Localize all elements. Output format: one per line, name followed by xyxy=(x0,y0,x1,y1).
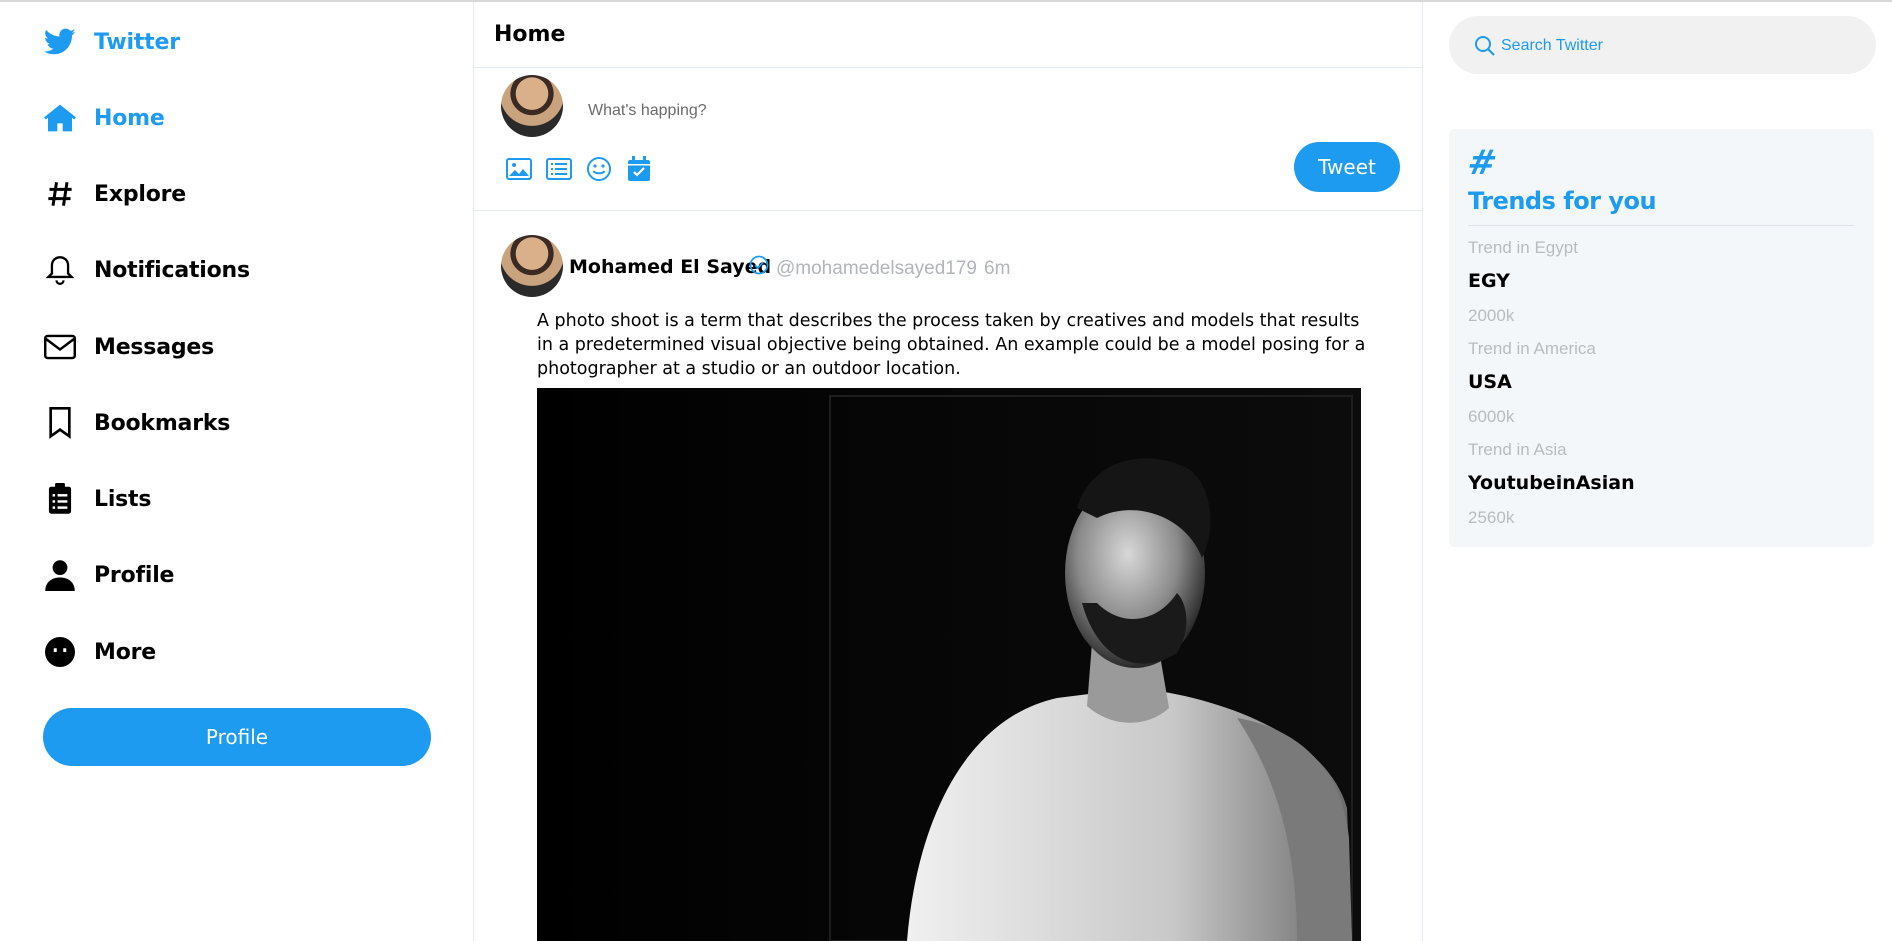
sidebar-item-lists[interactable]: Lists xyxy=(44,483,151,515)
sidebar-item-label: Bookmarks xyxy=(94,410,231,436)
sidebar-item-label: Explore xyxy=(94,181,186,207)
post-photo-graphic xyxy=(537,388,1361,941)
sidebar-item-label: Twitter xyxy=(94,29,180,55)
verified-badge-icon xyxy=(749,255,769,280)
trends-title: Trends for you xyxy=(1468,187,1657,215)
sidebar-item-label: Profile xyxy=(94,562,175,588)
profile-button[interactable]: Profile xyxy=(43,708,431,766)
trend-count: 2560k xyxy=(1468,508,1515,527)
sidebar-item-home[interactable]: Home xyxy=(44,102,165,134)
trend-location-label: Trend in Egypt xyxy=(1468,238,1578,257)
home-icon xyxy=(44,102,76,134)
trend-location-label: Trend in Asia xyxy=(1468,440,1567,459)
sidebar-item-label: Home xyxy=(94,105,165,131)
search-input[interactable] xyxy=(1499,33,1843,59)
main-feed: Home Tweet Mohamed El Sayed @mohamedelsa… xyxy=(474,2,1423,941)
compose-input[interactable] xyxy=(586,98,1190,124)
hashtag-icon: # xyxy=(1464,143,1501,183)
hashtag-icon xyxy=(44,178,76,210)
bookmark-icon xyxy=(44,407,76,439)
sidebar-item-label: More xyxy=(94,639,156,665)
clipboard-list-icon xyxy=(44,483,76,515)
post-image[interactable] xyxy=(537,388,1361,941)
divider xyxy=(1468,225,1854,226)
calendar-icon[interactable] xyxy=(624,154,654,184)
compose-avatar[interactable] xyxy=(501,75,563,137)
trend-count: 2000k xyxy=(1468,306,1515,325)
trends-panel: # Trends for you Trend in Egypt EGY 2000… xyxy=(1449,129,1874,547)
sidebar-item-more[interactable]: More xyxy=(44,636,156,668)
list-icon[interactable] xyxy=(544,154,574,184)
sidebar-item-notifications[interactable]: Notifications xyxy=(44,254,250,286)
sidebar: Twitter Home Explore Notifications Messa… xyxy=(0,2,474,941)
sidebar-item-messages[interactable]: Messages xyxy=(44,331,214,363)
divider xyxy=(474,210,1422,211)
post-avatar[interactable] xyxy=(501,235,563,297)
sidebar-item-label: Messages xyxy=(94,334,215,360)
post-timestamp[interactable]: 6m xyxy=(984,258,1010,280)
emoji-icon[interactable] xyxy=(584,154,614,184)
more-circle-icon xyxy=(44,636,76,668)
bell-icon xyxy=(44,254,76,286)
post-author-handle[interactable]: @mohamedelsayed179 xyxy=(776,258,977,280)
trend-name[interactable]: EGY xyxy=(1468,270,1510,292)
sidebar-item-profile[interactable]: Profile xyxy=(44,559,174,591)
search-icon xyxy=(1474,35,1496,62)
image-icon[interactable] xyxy=(504,154,534,184)
twitter-bird-icon xyxy=(44,26,76,58)
tweet-button[interactable]: Tweet xyxy=(1294,142,1400,192)
page-title: Home xyxy=(494,22,566,47)
trend-location-label: Trend in America xyxy=(1468,339,1596,358)
envelope-icon xyxy=(44,331,76,363)
search-box[interactable] xyxy=(1449,16,1876,74)
post-author-name[interactable]: Mohamed El Sayed xyxy=(569,256,771,278)
main-header: Home xyxy=(474,2,1422,68)
sidebar-item-explore[interactable]: Explore xyxy=(44,178,186,210)
sidebar-item-label: Lists xyxy=(94,486,152,512)
trend-name[interactable]: USA xyxy=(1468,371,1512,393)
sidebar-item-bookmarks[interactable]: Bookmarks xyxy=(44,407,230,439)
user-icon xyxy=(44,559,76,591)
sidebar-item-twitter[interactable]: Twitter xyxy=(44,26,180,58)
trend-name[interactable]: YoutubeinAsian xyxy=(1468,472,1635,494)
sidebar-item-label: Notifications xyxy=(94,257,250,283)
trend-count: 6000k xyxy=(1468,407,1515,426)
post-text: A photo shoot is a term that describes t… xyxy=(537,311,1366,379)
